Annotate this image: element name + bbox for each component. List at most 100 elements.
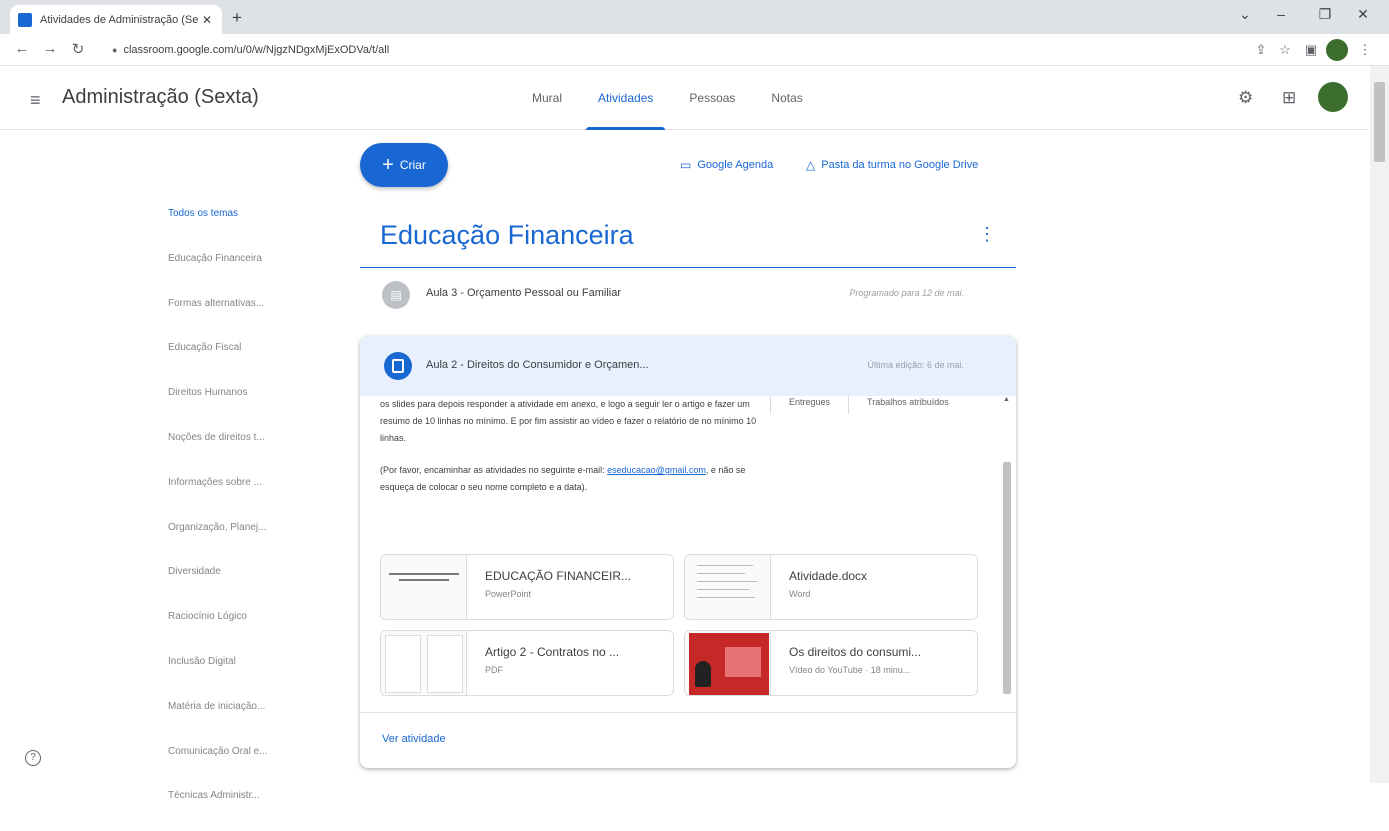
address-bar[interactable]: ● classroom.google.com/u/0/w/NjgzNDgxMjE…	[104, 38, 1280, 62]
google-calendar-label: Google Agenda	[697, 159, 774, 171]
attachment-powerpoint[interactable]: EDUCAÇÃO FINANCEIR... PowerPoint	[380, 554, 674, 620]
apps-grid-icon[interactable]: ⊞	[1282, 88, 1296, 108]
create-label: Criar	[399, 158, 426, 172]
attachment-title: Os direitos do consumi...	[789, 645, 922, 659]
topic-title: Educação Financeira	[380, 220, 634, 250]
assignment-icon: ▤	[382, 281, 410, 309]
drive-folder-label: Pasta da turma no Google Drive	[821, 159, 979, 171]
page-scrollbar[interactable]	[1370, 66, 1389, 783]
help-icon[interactable]: ?	[25, 750, 41, 766]
topic-item[interactable]: Educação Fiscal	[168, 338, 308, 383]
topic-item[interactable]: Raciocínio Lógico	[168, 607, 308, 652]
topic-item[interactable]: Organização, Planej...	[168, 518, 308, 563]
share-icon[interactable]: ⇪	[1252, 42, 1270, 58]
settings-gear-icon[interactable]: ⚙	[1238, 88, 1253, 108]
scroll-up-icon[interactable]: ▲	[1003, 396, 1010, 403]
expanded-assignment-card: Aula 2 - Direitos do Consumidor e Orçame…	[360, 336, 1016, 768]
attachment-type: Vídeo do YouTube · 18 minu...	[789, 665, 911, 675]
topic-item[interactable]: Diversidade	[168, 562, 308, 607]
attachment-youtube[interactable]: Os direitos do consumi... Vídeo do YouTu…	[684, 630, 978, 696]
attachment-title: Artigo 2 - Contratos no ...	[485, 645, 620, 659]
card-scrollbar[interactable]: ▲	[1001, 396, 1013, 704]
browser-menu-icon[interactable]: ⋮	[1356, 42, 1374, 58]
new-tab-button[interactable]: +	[232, 8, 242, 28]
assignment-icon	[384, 352, 412, 380]
close-window-button[interactable]: ✕	[1354, 6, 1372, 23]
tab-mural[interactable]: Mural	[514, 66, 580, 130]
profile-avatar[interactable]	[1326, 39, 1348, 61]
attachment-title: EDUCAÇÃO FINANCEIR...	[485, 569, 632, 583]
browser-toolbar: ← → ↻ ● classroom.google.com/u/0/w/NjgzN…	[0, 34, 1389, 66]
assignment-last-edit: Última edição: 6 de mai.	[867, 360, 964, 370]
powerpoint-thumbnail	[381, 555, 467, 619]
class-name[interactable]: Administração (Sexta)	[62, 86, 259, 109]
attachment-type: PDF	[485, 665, 503, 675]
side-panel-icon[interactable]: ▣	[1302, 42, 1320, 58]
view-assignment-link[interactable]: Ver atividade	[382, 733, 446, 745]
topic-item[interactable]: Comunicação Oral e...	[168, 742, 308, 787]
attachment-type: Word	[789, 589, 811, 599]
topic-list: Todos os temas Educação Financeira Forma…	[168, 204, 308, 831]
topic-item[interactable]: Noções de direitos t...	[168, 428, 308, 473]
browser-tab-strip: Atividades de Administração (Se ✕ + ⌄ – …	[0, 0, 1389, 34]
user-avatar[interactable]	[1318, 82, 1348, 112]
main-menu-icon[interactable]: ≡	[30, 90, 41, 111]
assignment-scheduled: Programado para 12 de mai.	[849, 288, 964, 298]
drive-folder-link[interactable]: △ Pasta da turma no Google Drive	[806, 158, 978, 172]
assignment-title: Aula 2 - Direitos do Consumidor e Orçame…	[426, 359, 649, 371]
assignment-description: os slides para depois responder a ativid…	[380, 396, 760, 511]
minimize-button[interactable]: –	[1272, 6, 1290, 22]
video-thumbnail	[685, 631, 771, 695]
topic-item[interactable]: Educação Financeira	[168, 249, 308, 294]
back-icon[interactable]: ←	[12, 40, 32, 57]
classroom-favicon-icon	[18, 12, 32, 27]
drive-icon: △	[806, 158, 816, 172]
assignment-card-header[interactable]: Aula 2 - Direitos do Consumidor e Orçame…	[360, 336, 1016, 396]
maximize-button[interactable]: ❐	[1316, 6, 1334, 23]
lock-icon: ●	[112, 45, 118, 55]
create-button[interactable]: + Criar	[360, 143, 448, 187]
tab-search-icon[interactable]: ⌄	[1236, 6, 1254, 23]
description-text: os slides para depois responder a ativid…	[380, 399, 757, 443]
topic-item[interactable]: Todos os temas	[168, 204, 308, 249]
browser-tab[interactable]: Atividades de Administração (Se ✕	[10, 5, 222, 34]
topic-item[interactable]: Formas alternativas...	[168, 294, 308, 339]
card-scrollbar-thumb[interactable]	[1003, 462, 1011, 694]
forward-icon[interactable]: →	[40, 40, 60, 57]
email-note-prefix: (Por favor, encaminhar as atividades no …	[380, 465, 605, 475]
submission-stats: Entregues Trabalhos atribuídos	[770, 396, 967, 414]
tab-atividades[interactable]: Atividades	[580, 66, 671, 130]
url-text: classroom.google.com/u/0/w/NjgzNDgxMjExO…	[123, 44, 390, 56]
close-tab-icon[interactable]: ✕	[200, 13, 214, 27]
attachment-type: PowerPoint	[485, 589, 532, 599]
assignment-row[interactable]: ▤ Aula 3 - Orçamento Pessoal ou Familiar…	[360, 272, 1016, 318]
stat-entregues[interactable]: Entregues	[770, 396, 848, 414]
classroom-header: ≡ Administração (Sexta) Mural Atividades…	[0, 66, 1368, 130]
tab-notas[interactable]: Notas	[753, 66, 820, 130]
calendar-icon: ▭	[680, 158, 692, 172]
topic-item[interactable]: Inclusão Digital	[168, 652, 308, 697]
tab-pessoas[interactable]: Pessoas	[671, 66, 753, 130]
stat-trabalhos-atribuidos[interactable]: Trabalhos atribuídos	[848, 396, 967, 414]
more-options-icon[interactable]: ⋮	[978, 224, 996, 245]
page-scrollbar-thumb[interactable]	[1374, 82, 1385, 162]
topic-header: Educação Financeira ⋮	[360, 208, 1016, 268]
attachment-pdf[interactable]: Artigo 2 - Contratos no ... PDF	[380, 630, 674, 696]
topic-item[interactable]: Matéria de iniciação...	[168, 697, 308, 742]
attachment-word[interactable]: Atividade.docx Word	[684, 554, 978, 620]
assignment-title: Aula 3 - Orçamento Pessoal ou Familiar	[426, 287, 622, 299]
topic-item[interactable]: Direitos Humanos	[168, 383, 308, 428]
description-email-note: (Por favor, encaminhar as atividades no …	[380, 462, 760, 496]
topic-item[interactable]: Técnicas Administr...	[168, 786, 308, 831]
email-link[interactable]: eseducacao@gmail.com	[607, 465, 706, 475]
card-footer: Ver atividade	[360, 712, 1016, 768]
bookmark-star-icon[interactable]: ☆	[1276, 42, 1294, 58]
plus-icon: +	[382, 154, 394, 176]
topic-item[interactable]: Informações sobre ...	[168, 473, 308, 518]
attachment-title: Atividade.docx	[789, 569, 868, 583]
google-calendar-link[interactable]: ▭ Google Agenda	[680, 158, 773, 172]
document-thumbnail	[685, 555, 771, 619]
assignment-card-body: os slides para depois responder a ativid…	[360, 396, 1016, 704]
class-nav-tabs: Mural Atividades Pessoas Notas	[514, 66, 821, 130]
reload-icon[interactable]: ↻	[68, 40, 88, 58]
